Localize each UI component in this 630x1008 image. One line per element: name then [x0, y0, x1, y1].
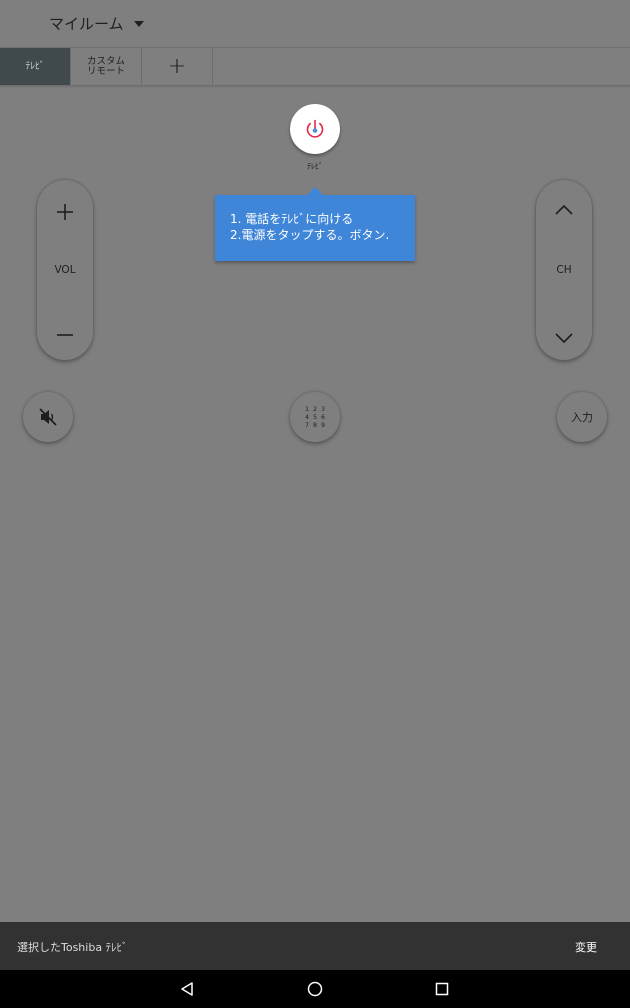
tooltip-line-1: 1. 電話をﾃﾚﾋﾞに向ける: [230, 212, 354, 226]
system-navigation-bar: [0, 970, 630, 1008]
nav-back-button[interactable]: [167, 970, 207, 1008]
numpad-digit: 1: [305, 405, 309, 413]
tab-custom-remote-label: カスタム リモート: [86, 56, 125, 77]
dropdown-caret-icon: [133, 21, 144, 27]
numpad-digit: 2: [313, 405, 317, 413]
instruction-tooltip[interactable]: 1. 電話をﾃﾚﾋﾞに向ける 2.電源をタップする。ボタン.: [215, 195, 415, 261]
numpad-digit: 4: [305, 413, 309, 421]
channel-up-button[interactable]: [536, 188, 592, 232]
volume-down-button[interactable]: [37, 314, 93, 356]
room-label: マイルーム: [49, 15, 124, 33]
top-bar: マイルーム: [0, 0, 630, 47]
input-source-button[interactable]: 入力: [557, 392, 607, 442]
volume-label: VOL: [54, 264, 76, 276]
numpad-digit: 6: [321, 413, 325, 421]
back-icon: [181, 982, 193, 996]
room-selector[interactable]: マイルーム: [49, 13, 144, 34]
mute-button[interactable]: [23, 392, 73, 442]
channel-down-button[interactable]: [536, 316, 592, 360]
tab-custom-line2: リモート: [86, 65, 125, 77]
tooltip-line-2: 2.電源をタップする。ボタン.: [230, 227, 390, 242]
nav-recents-button[interactable]: [422, 970, 462, 1008]
numpad-button[interactable]: 1 2 3 4 5 6 7 8 9: [290, 392, 340, 442]
chevron-down-icon: [555, 333, 573, 344]
plus-icon: [57, 204, 73, 220]
snackbar: 選択したToshiba ﾃﾚﾋﾞ 変更: [0, 922, 630, 970]
tab-add-button[interactable]: +: [142, 48, 213, 85]
input-source-label: 入力: [571, 411, 593, 424]
tabs-shadow: [0, 85, 630, 88]
power-button[interactable]: [290, 104, 340, 154]
snackbar-message: 選択したToshiba ﾃﾚﾋﾞ: [17, 941, 128, 954]
tooltip-arrow: [307, 187, 323, 195]
nav-home-button[interactable]: [295, 970, 335, 1008]
numpad-digit: 8: [313, 421, 317, 429]
numpad-digit: 3: [321, 405, 325, 413]
channel-rocker: CH: [536, 180, 592, 360]
mute-icon: [39, 408, 57, 426]
tab-tv-label: ﾃﾚﾋﾞ: [25, 60, 45, 72]
tab-tv[interactable]: ﾃﾚﾋﾞ: [0, 48, 71, 85]
numpad-icon: 1 2 3 4 5 6 7 8 9: [303, 406, 327, 429]
chevron-up-icon: [555, 204, 573, 215]
power-icon: [306, 119, 324, 138]
plus-icon: +: [167, 53, 187, 79]
recents-icon: [435, 982, 449, 996]
snackbar-change-button[interactable]: 変更: [575, 939, 597, 955]
remote-tabs: ﾃﾚﾋﾞ カスタム リモート +: [0, 48, 213, 85]
minus-icon: [57, 334, 73, 336]
volume-up-button[interactable]: [37, 190, 93, 234]
channel-label: CH: [556, 264, 572, 276]
volume-rocker: VOL: [37, 180, 93, 360]
home-icon: [307, 981, 323, 997]
tab-custom-remote[interactable]: カスタム リモート: [71, 48, 142, 85]
numpad-digit: 5: [313, 413, 317, 421]
numpad-digit: 9: [321, 421, 325, 429]
numpad-digit: 7: [305, 421, 309, 429]
power-device-label: ﾃﾚﾋﾞ: [307, 162, 323, 171]
